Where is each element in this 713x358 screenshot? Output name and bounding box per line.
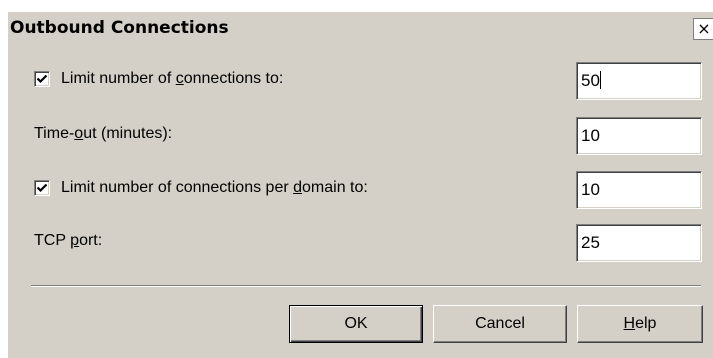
limit-connections-checkbox[interactable] [34,71,50,87]
close-icon[interactable]: × [693,18,713,40]
timeout-row: Time-out (minutes): 10 [8,117,713,157]
limit-per-domain-input[interactable]: 10 [576,171,702,209]
checkmark-icon [36,74,48,84]
outbound-connections-dialog: Outbound Connections × Limit number of c… [8,12,713,358]
timeout-input[interactable]: 10 [576,117,702,155]
tcp-port-label: TCP port: [34,232,103,249]
title-bar[interactable]: Outbound Connections × [8,12,713,46]
limit-per-domain-label: Limit number of connections per domain t… [61,179,368,196]
limit-per-domain-row: Limit number of connections per domain t… [8,171,713,211]
limit-connections-input[interactable]: 50 [576,62,702,100]
ok-button[interactable]: OK [289,305,423,343]
limit-connections-row: Limit number of connections to: 50 [8,62,713,102]
timeout-label: Time-out (minutes): [34,125,173,142]
limit-per-domain-checkbox[interactable] [34,180,50,196]
dialog-title: Outbound Connections [10,18,229,38]
cancel-button[interactable]: Cancel [433,305,567,343]
text-caret [599,71,601,89]
limit-connections-label: Limit number of connections to: [61,70,284,87]
tcp-port-input[interactable]: 25 [576,224,702,262]
help-button[interactable]: Help [577,305,703,343]
checkmark-icon [36,183,48,193]
separator [31,285,701,287]
tcp-port-row: TCP port: 25 [8,224,713,264]
